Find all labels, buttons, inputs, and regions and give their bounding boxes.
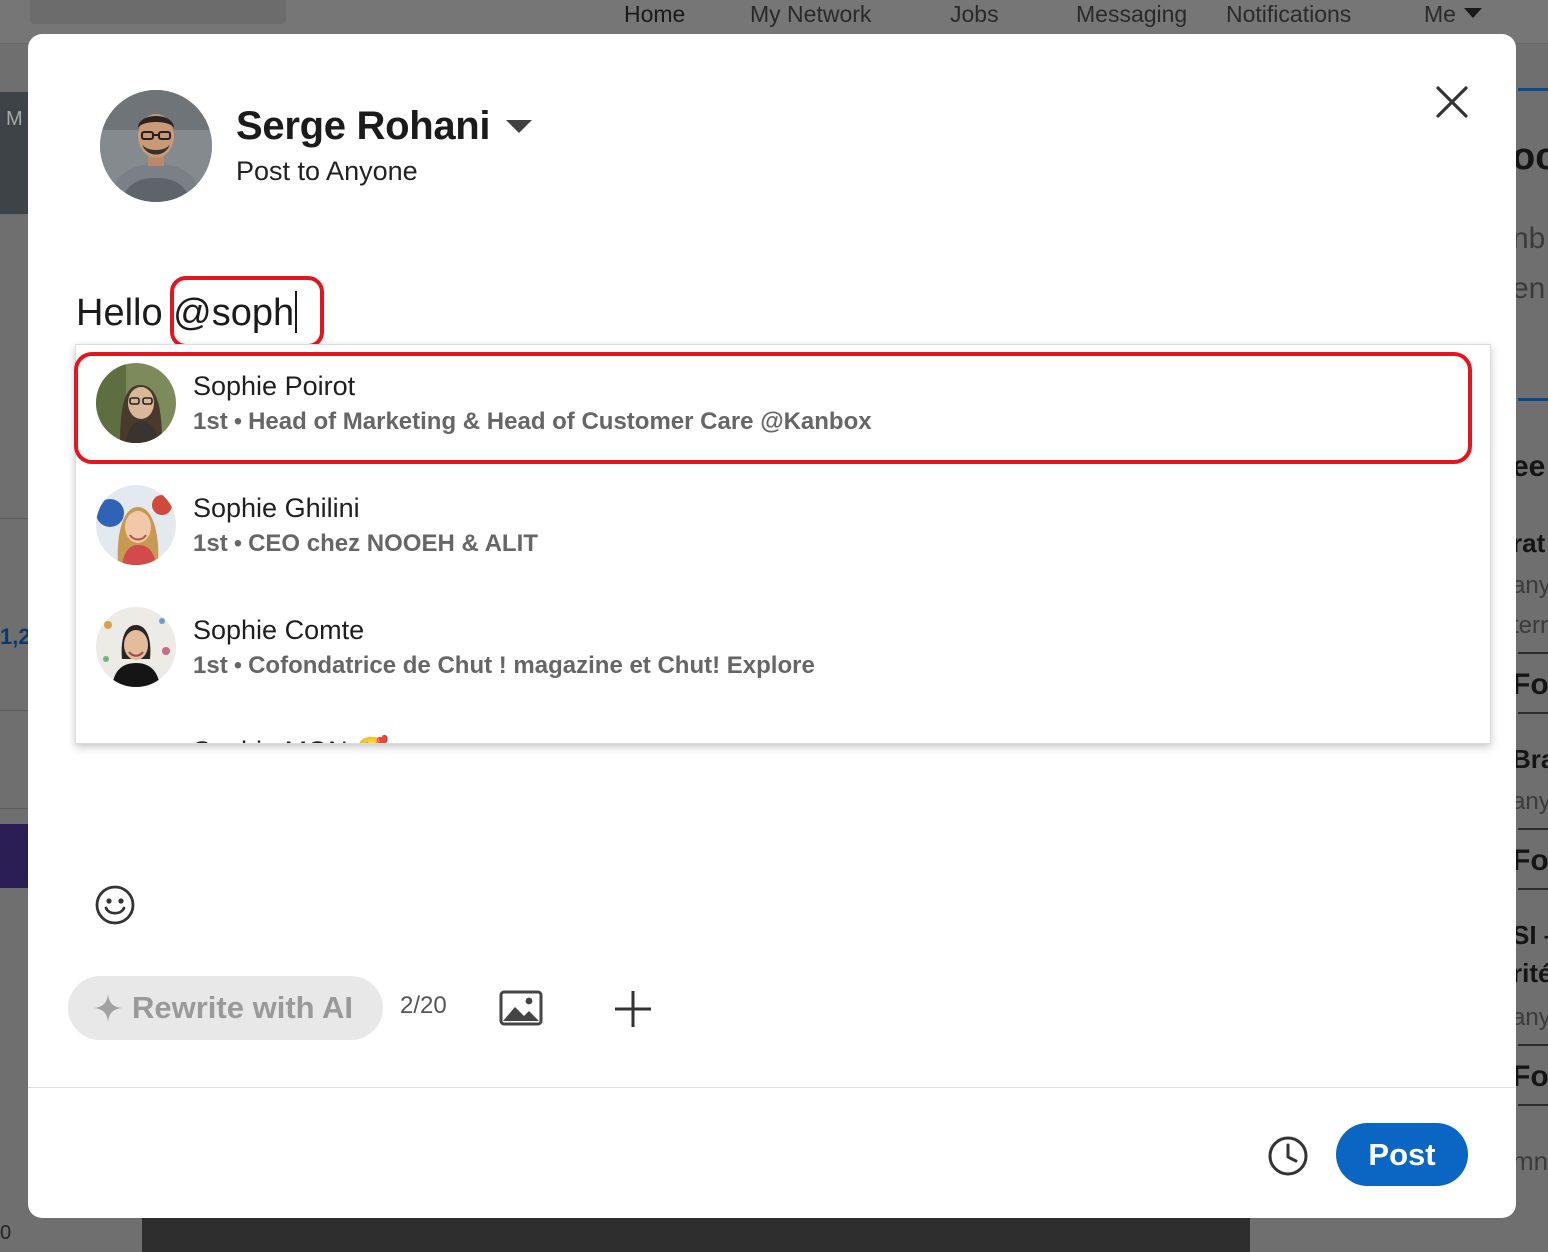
nav-jobs: Jobs [950, 1, 999, 27]
background-divider [0, 518, 28, 519]
separator-dot: • [233, 408, 243, 435]
background-fragment: rité [1512, 958, 1548, 988]
background-feed-image [142, 1218, 1250, 1252]
partial-suggestion-name[interactable]: Sophie MON 🥰 [193, 735, 389, 743]
avatar-image [96, 363, 176, 443]
rewrite-with-ai-button[interactable]: Rewrite with AI [68, 976, 383, 1040]
footer-divider [28, 1087, 1516, 1088]
add-media-button[interactable] [498, 988, 544, 1028]
post-composer-modal: Serge Rohani Post to Anyone Hello @soph [28, 34, 1516, 1218]
background-fragment: rat [1512, 528, 1546, 558]
mention-suggestion[interactable]: Sophie Comte 1st • Cofondatrice de Chut ! … [76, 589, 1490, 711]
background-rule [1518, 398, 1548, 401]
post-text-editor[interactable]: Hello @soph [76, 290, 298, 336]
background-fragment: oc [1512, 136, 1548, 178]
nav-messaging: Messaging [1076, 1, 1188, 27]
mention-suggestion[interactable]: Sophie Poirot 1st • Head of Marketing & He… [76, 345, 1490, 467]
suggestion-name: Sophie Comte [193, 615, 365, 645]
background-divider [0, 808, 28, 809]
author-name[interactable]: Serge Rohani [236, 104, 491, 149]
background-card-letter: M [6, 108, 23, 130]
suggestion-headline: 1st • CEO chez NOOEH & ALIT [193, 530, 538, 558]
post-button[interactable]: Post [1336, 1123, 1468, 1186]
background-fragment: Fo [1512, 1060, 1548, 1093]
post-text: Hello [76, 292, 174, 334]
caret-down-icon[interactable] [506, 120, 532, 133]
background-fragment: ee [1512, 450, 1546, 483]
background-fragment: SI – [1512, 920, 1548, 950]
background-fragment: nb [1512, 222, 1546, 255]
headline-text: CEO chez NOOEH & ALIT [248, 530, 538, 557]
connection-degree: 1st [193, 530, 228, 557]
chevron-down-icon [1463, 8, 1482, 18]
background-fragment: en [1512, 272, 1546, 305]
headline-text: Head of Marketing & Head of Customer Car… [248, 408, 872, 435]
background-rule [1518, 88, 1548, 91]
text-caret [295, 291, 298, 333]
nav-notifications: Notifications [1226, 1, 1352, 27]
separator-dot: • [233, 652, 243, 679]
background-rule [1518, 888, 1548, 890]
suggestion-name: Sophie Ghilini [193, 493, 360, 523]
avatar [96, 363, 176, 443]
background-fragment: mn [1512, 1146, 1548, 1176]
audience-selector[interactable]: Post to Anyone [236, 156, 418, 187]
clock-icon [1268, 1136, 1308, 1176]
background-fragment: any [1512, 788, 1548, 815]
background-count: 1,2 [0, 624, 31, 649]
avatar [96, 607, 176, 687]
suggestion-headline: 1st • Head of Marketing & Head of Customer… [193, 408, 872, 436]
rewrite-with-ai-label: Rewrite with AI [132, 990, 354, 1025]
mention-suggestion[interactable]: Sophie Ghilini 1st • CEO chez NOOEH & ALIT [76, 467, 1490, 589]
background-fragment: tern [1512, 612, 1548, 639]
background-rule [1518, 1104, 1548, 1106]
background-rule [1518, 828, 1548, 830]
mention-query: @soph [173, 292, 295, 334]
mention-suggestions-dropdown: Sophie Poirot 1st • Head of Marketing & He… [75, 344, 1491, 744]
background-fragment: Fo [1512, 668, 1548, 701]
author-avatar[interactable] [100, 90, 212, 202]
separator-dot: • [233, 530, 243, 557]
plus-icon [615, 991, 651, 1027]
headline-text: Cofondatrice de Chut ! magazine et Chut!… [248, 652, 815, 679]
background-rule [1518, 652, 1548, 654]
ai-usage-counter: 2/20 [400, 992, 447, 1019]
image-icon [499, 990, 543, 1026]
background-fragment: any [1512, 572, 1548, 599]
close-icon [1436, 86, 1468, 118]
close-button[interactable] [1428, 78, 1476, 126]
nav-home: Home [624, 1, 686, 27]
suggestion-name: Sophie Poirot [193, 371, 356, 401]
background-search-bar [30, 0, 286, 24]
background-promo [0, 824, 28, 888]
avatar-image [96, 607, 176, 687]
background-divider [0, 710, 28, 711]
nav-me-label: Me [1424, 1, 1456, 27]
connection-degree: 1st [193, 408, 228, 435]
nav-me: Me [1424, 0, 1482, 28]
background-fragment: any [1512, 1004, 1548, 1031]
background-rule [1518, 712, 1548, 714]
background-fragment: 0 [0, 1222, 12, 1244]
more-options-button[interactable] [612, 988, 654, 1030]
schedule-post-button[interactable] [1266, 1134, 1310, 1178]
suggestion-headline: 1st • Cofondatrice de Chut ! magazine et C… [193, 652, 815, 680]
background-profile-card: M [0, 92, 28, 214]
background-fragment: Bra [1512, 744, 1548, 774]
emoji-button[interactable] [94, 884, 136, 926]
emoji-icon [95, 885, 135, 925]
background-rule [1518, 1044, 1548, 1046]
avatar [96, 485, 176, 565]
nav-my-network: My Network [750, 1, 872, 27]
avatar-image [96, 485, 176, 565]
sparkle-icon [94, 994, 122, 1022]
author-avatar-image [100, 90, 212, 202]
background-fragment: Fo [1512, 844, 1548, 877]
connection-degree: 1st [193, 652, 228, 679]
